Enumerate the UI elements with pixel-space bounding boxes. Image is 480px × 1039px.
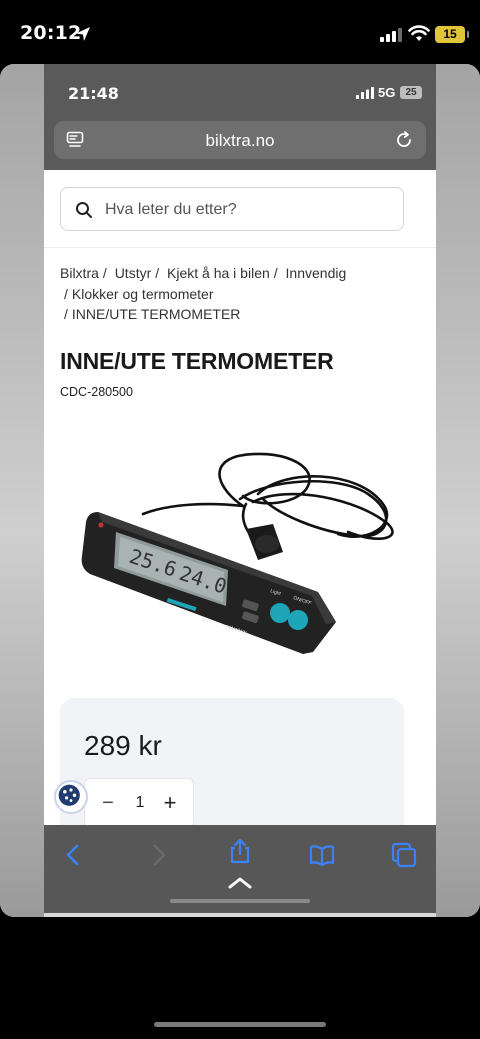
breadcrumb-current: INNE/UTE TERMOMETER bbox=[71, 306, 241, 322]
home-indicator bbox=[170, 899, 310, 903]
quantity-value[interactable]: 1 bbox=[133, 794, 147, 812]
breadcrumb-link[interactable]: Klokker og termometer bbox=[72, 286, 214, 302]
chevron-up-icon[interactable] bbox=[226, 875, 254, 891]
battery-indicator: 25 bbox=[400, 86, 422, 99]
outer-status-bar: 20:12 15 bbox=[0, 0, 480, 64]
breadcrumb-link[interactable]: Innvendig bbox=[286, 265, 347, 281]
product-sku: CDC-280500 bbox=[60, 385, 133, 399]
button-label: Ice bbox=[201, 617, 209, 625]
url-text[interactable]: bilxtra.no bbox=[54, 131, 426, 151]
forward-icon[interactable] bbox=[144, 841, 172, 869]
search-box[interactable] bbox=[60, 187, 404, 231]
cellular-signal-icon bbox=[356, 87, 374, 99]
quantity-decrease-button[interactable]: − bbox=[99, 793, 117, 813]
product-price: 289 kr bbox=[84, 730, 162, 761]
quantity-increase-button[interactable]: + bbox=[161, 792, 179, 814]
breadcrumb-link[interactable]: Kjekt å ha i bilen bbox=[167, 265, 270, 281]
network-type: 5G bbox=[378, 85, 396, 100]
search-icon bbox=[76, 202, 92, 218]
divider bbox=[44, 247, 436, 248]
inner-status-bar: 21:48 5G 25 bbox=[44, 64, 436, 120]
wifi-icon bbox=[408, 25, 430, 41]
product-image[interactable]: 25.6 24.0 Light ON/OFF Ice MAX/MIN bbox=[68, 444, 408, 684]
blurred-edge bbox=[0, 64, 44, 917]
outer-clock: 20:12 bbox=[20, 22, 82, 44]
battery-indicator: 15 bbox=[435, 26, 469, 43]
back-icon[interactable] bbox=[60, 841, 88, 869]
breadcrumb-link[interactable]: Bilxtra bbox=[60, 265, 99, 281]
bookmarks-icon[interactable] bbox=[308, 841, 336, 869]
quantity-stepper: − 1 + bbox=[84, 778, 194, 828]
search-input[interactable] bbox=[105, 200, 385, 220]
breadcrumb: Bilxtra / Utstyr / Kjekt å ha i bilen / Inn… bbox=[60, 265, 347, 322]
breadcrumb-link[interactable]: Utstyr bbox=[115, 265, 152, 281]
screenshot-card: 21:48 5G 25 bilxtra.no Hva leter du ette… bbox=[0, 64, 480, 917]
address-bar[interactable]: bilxtra.no bbox=[54, 121, 426, 159]
blurred-edge bbox=[436, 64, 480, 917]
address-bar-area: bilxtra.no bbox=[44, 120, 436, 170]
tabs-icon[interactable] bbox=[390, 841, 418, 869]
home-indicator bbox=[154, 1022, 326, 1027]
product-title: INNE/UTE TERMOMETER bbox=[60, 348, 334, 374]
browser-viewport: 21:48 5G 25 bilxtra.no Hva leter du ette… bbox=[44, 64, 436, 913]
cellular-signal-icon bbox=[380, 28, 402, 42]
share-icon[interactable] bbox=[226, 837, 254, 865]
browser-toolbar bbox=[44, 825, 436, 913]
inner-clock: 21:48 bbox=[68, 84, 119, 103]
cookie-settings-icon[interactable] bbox=[54, 780, 88, 814]
location-arrow-icon bbox=[76, 27, 90, 41]
reload-icon[interactable] bbox=[394, 130, 414, 150]
